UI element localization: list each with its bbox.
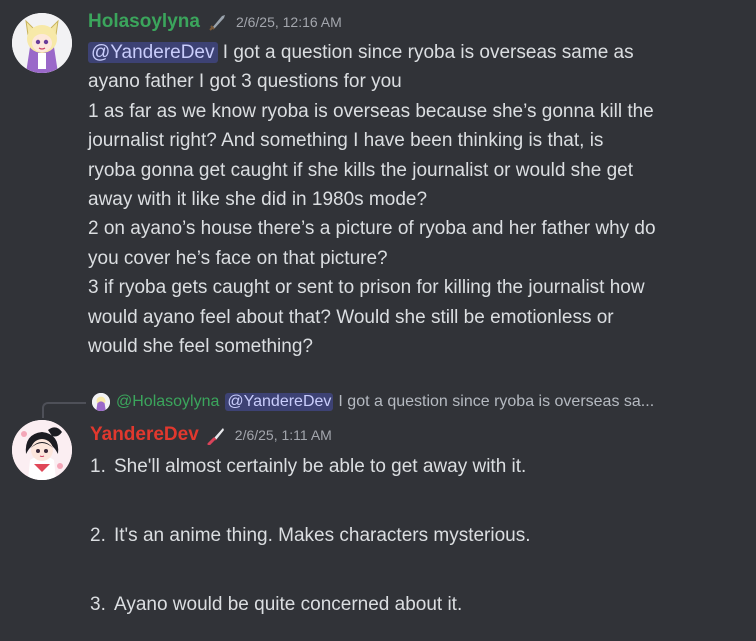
message-line: 3 if ryoba gets caught or sent to prison…: [88, 277, 645, 299]
list-number: 3.: [90, 594, 106, 615]
message-line: ayano father I got 3 questions for you: [88, 71, 402, 93]
reply-text[interactable]: I got a question since ryoba is overseas…: [338, 393, 654, 411]
list-number: 1.: [90, 456, 106, 477]
message-line: would ayano feel about that? Would she s…: [88, 306, 614, 328]
list-item: 1. She'll almost certainly be able to get…: [90, 456, 526, 478]
knife-icon[interactable]: [207, 425, 227, 446]
message-line: ryoba gonna get caught if she kills the …: [88, 159, 633, 181]
message-line: @YandereDev I got a question since ryoba…: [88, 38, 748, 67]
list-item: 3. Ayano would be quite concerned about i…: [90, 594, 462, 616]
reply-preview[interactable]: @Holasoylyna @YandereDev I got a questio…: [92, 391, 654, 413]
message-body: @YandereDev I got a question since ryoba…: [88, 38, 748, 361]
list-text: It's an anime thing. Makes characters my…: [114, 525, 531, 546]
message-header: Holasoylyna 2/6/25, 12:16 AM: [88, 9, 342, 35]
mention-yanderedev[interactable]: @YandereDev: [88, 42, 218, 63]
username[interactable]: Holasoylyna: [88, 11, 200, 33]
message-holasoylyna: Holasoylyna 2/6/25, 12:16 AM @YandereDev…: [0, 0, 756, 372]
message-line: you cover he’s face on that picture?: [88, 247, 388, 269]
message-line: would she feel something?: [88, 336, 313, 358]
reply-avatar: [92, 393, 110, 411]
list-item: 2. It's an anime thing. Makes characters …: [90, 525, 531, 547]
chat-log: Holasoylyna 2/6/25, 12:16 AM @YandereDev…: [0, 0, 756, 641]
message-line: 1 as far as we know ryoba is overseas be…: [88, 100, 654, 122]
list-text: She'll almost certainly be able to get a…: [114, 456, 527, 477]
avatar-holasoylyna[interactable]: [12, 13, 72, 73]
avatar-yanderedev[interactable]: [12, 420, 72, 480]
list-text: Ayano would be quite concerned about it.: [114, 594, 463, 615]
message-header: YandereDev 2/6/25, 1:11 AM: [90, 422, 332, 448]
reply-username[interactable]: @Holasoylyna: [116, 393, 219, 411]
username[interactable]: YandereDev: [90, 424, 199, 446]
timestamp[interactable]: 2/6/25, 1:11 AM: [235, 427, 332, 443]
timestamp[interactable]: 2/6/25, 12:16 AM: [236, 14, 342, 30]
message-text: I got a question since ryoba is overseas…: [217, 42, 634, 63]
sword-icon[interactable]: [208, 12, 228, 32]
reply-mention[interactable]: @YandereDev: [225, 393, 334, 411]
message-line: away with it like she did in 1980s mode?: [88, 189, 428, 211]
message-line: journalist right? And something I have b…: [88, 130, 604, 152]
message-line: 2 on ayano’s house there’s a picture of …: [88, 218, 656, 240]
list-number: 2.: [90, 525, 106, 546]
reply-spine: [42, 402, 86, 418]
